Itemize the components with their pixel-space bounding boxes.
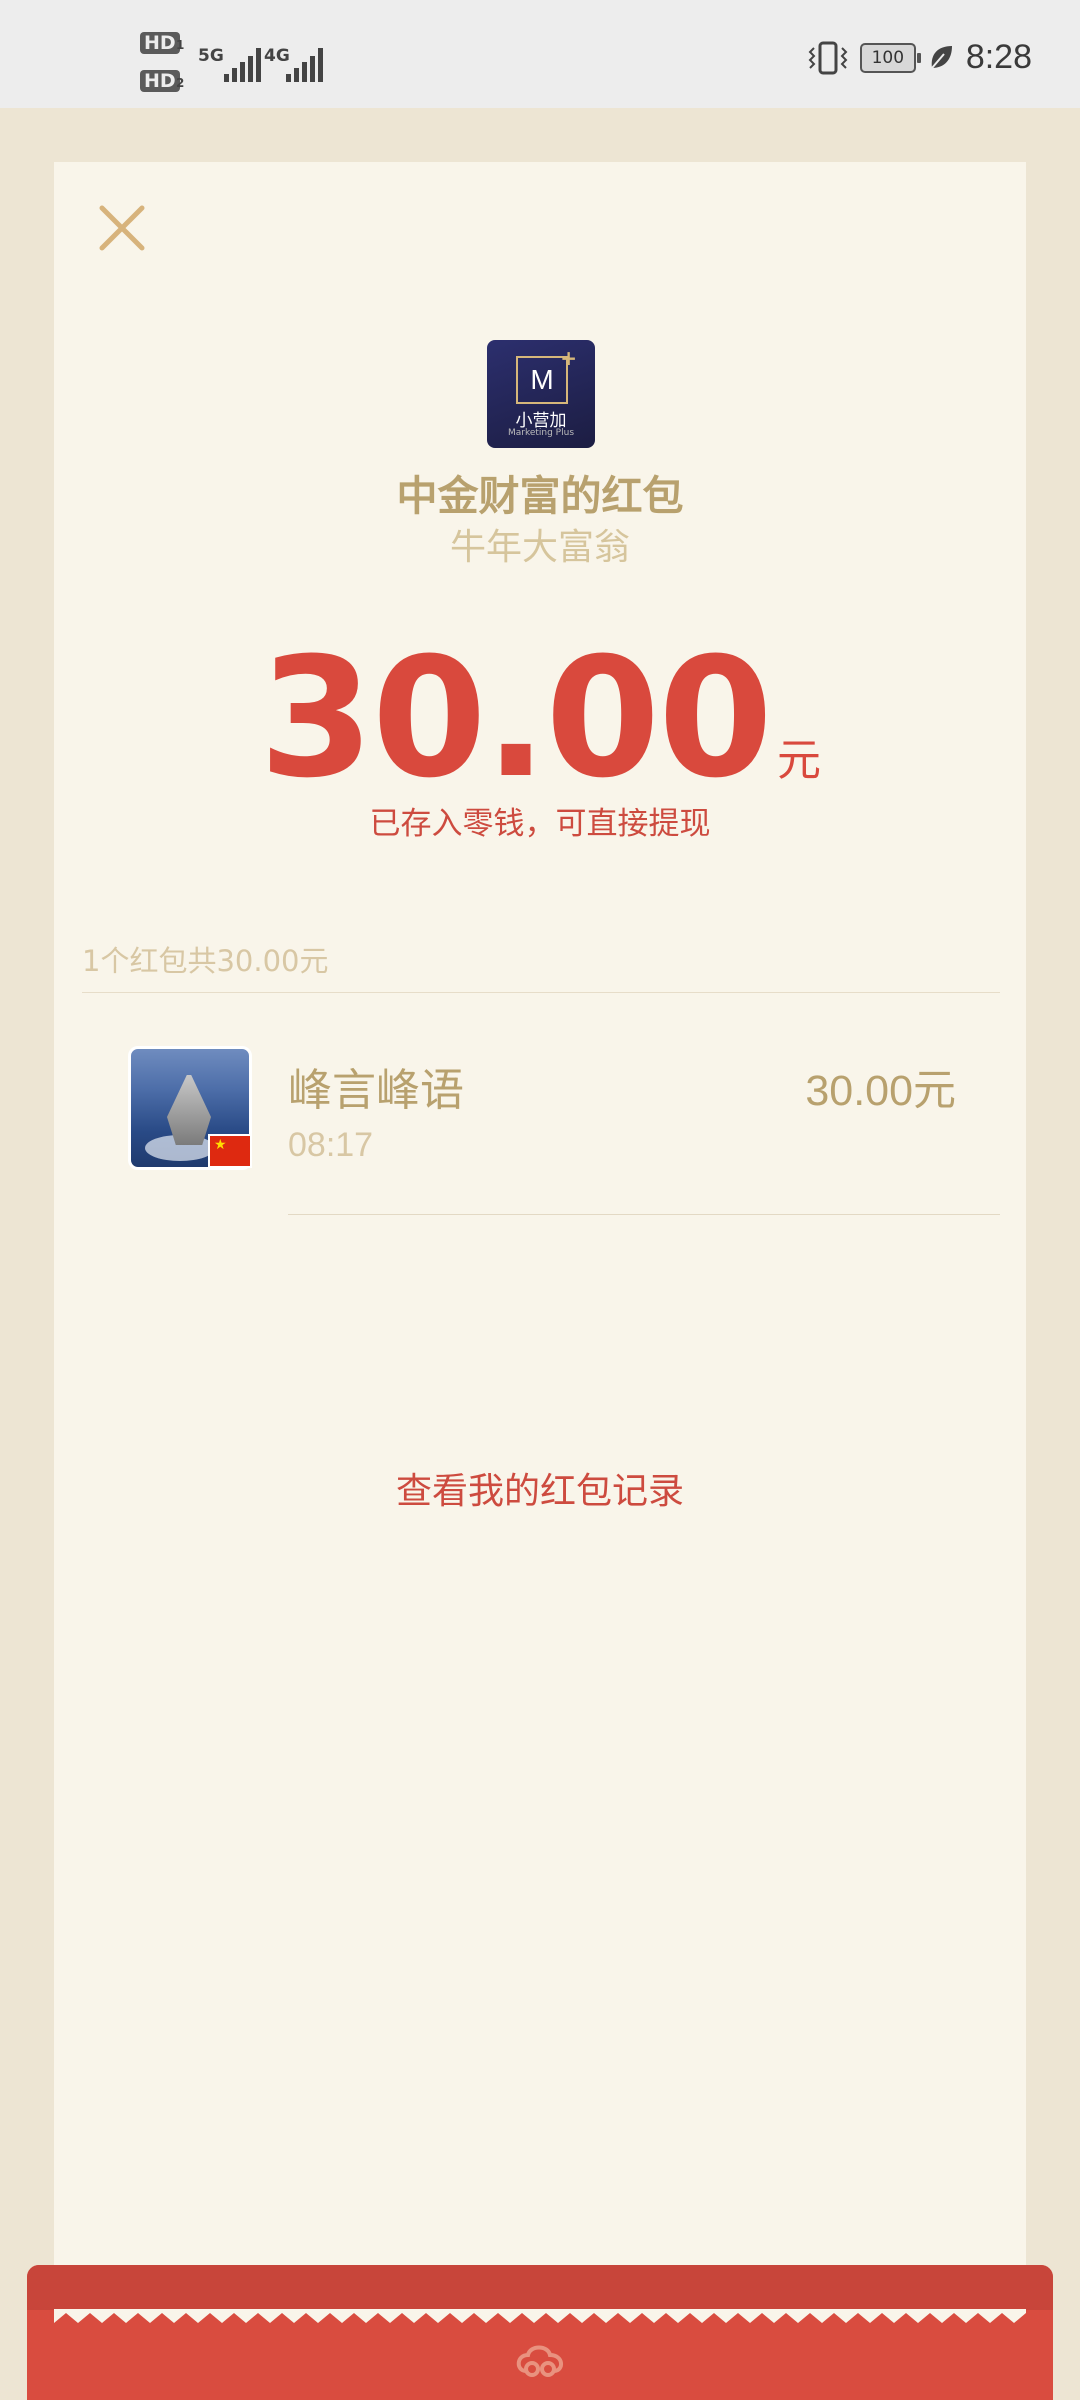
vibrate-icon (808, 41, 848, 74)
view-my-red-packet-records-link[interactable]: 查看我的红包记录 (54, 1462, 1026, 1514)
footer-top-band (27, 2265, 1053, 2310)
zigzag-edge (54, 2309, 1026, 2323)
status-right: 100 8:28 (808, 38, 1032, 77)
packet-summary: 1个红包共30.00元 (82, 944, 329, 978)
amount-display: 30.00 元 (54, 622, 1026, 814)
network-5g-label: 5G (198, 46, 224, 66)
packet-title: 中金财富的红包 (396, 472, 684, 520)
status-bar: HD 1 HD 2 5G 4G 100 8:28 (0, 0, 1080, 108)
red-packet-detail-card: M + 小营加 Marketing Plus 中金财富的红包 牛年大富翁 30.… (54, 162, 1026, 2322)
receiver-name: 峰言峰语 (288, 1065, 464, 1116)
close-button[interactable] (90, 196, 154, 260)
receive-time: 08:17 (288, 1126, 374, 1164)
saved-to-wallet-link[interactable]: 已存入零钱，可直接提现 (54, 798, 1026, 843)
signal-bars-2-icon (286, 48, 323, 82)
leaf-icon (931, 45, 952, 69)
logo-english-text: Marketing Plus (507, 428, 575, 438)
china-flag-icon: ★ (208, 1134, 252, 1168)
amount-unit: 元 (776, 735, 821, 786)
amount-value: 30.00 (259, 622, 773, 814)
close-icon (99, 205, 145, 251)
sim1-index: 1 (176, 38, 185, 52)
clock-time: 8:28 (965, 38, 1032, 76)
logo-plus-icon: + (560, 346, 577, 370)
battery-indicator: 100 (859, 42, 921, 73)
sender-logo: M + 小营加 Marketing Plus (487, 340, 595, 448)
list-item[interactable]: ★ 峰言峰语 08:17 30.00元 (54, 1046, 1026, 1206)
divider (82, 992, 1000, 993)
avatar-ship-shape (167, 1075, 211, 1145)
packet-subtitle: 牛年大富翁 (449, 527, 630, 568)
signal-bars-1-icon (224, 48, 261, 82)
record-divider (288, 1214, 1000, 1215)
red-packet-footer (27, 2265, 1053, 2400)
sim1-hd-badge: HD (140, 32, 180, 54)
sim2-index: 2 (176, 76, 185, 90)
cloud-swirl-icon (516, 2345, 563, 2377)
sim2-hd-badge: HD (140, 70, 180, 92)
receive-amount: 30.00元 (805, 1067, 956, 1115)
